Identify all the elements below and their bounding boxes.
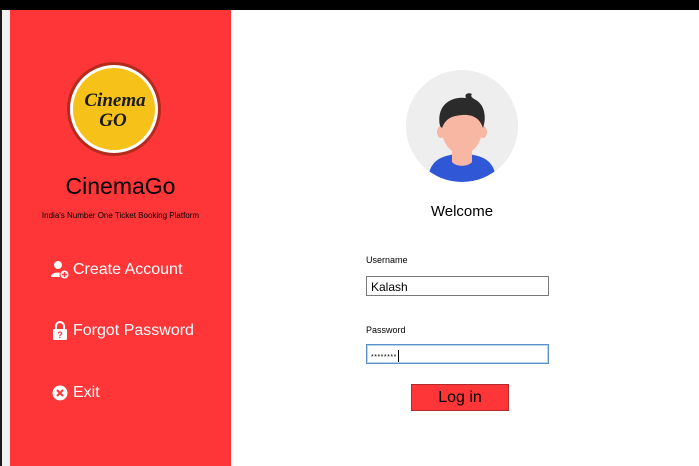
lock-icon: ? xyxy=(50,321,70,341)
tagline: India's Number One Ticket Booking Platfo… xyxy=(41,211,200,220)
username-label: Username xyxy=(366,255,408,265)
logo-text-line1: Cinema xyxy=(84,90,146,111)
user-avatar-icon xyxy=(406,70,518,182)
create-account-label: Create Account xyxy=(73,261,183,278)
logo-text-line2: GO xyxy=(99,110,127,131)
login-button[interactable]: Log in xyxy=(411,384,509,411)
svg-text:?: ? xyxy=(57,330,63,340)
cinemago-logo: Cinema GO xyxy=(67,62,161,156)
window-top-border xyxy=(0,0,699,10)
welcome-heading: Welcome xyxy=(430,203,494,220)
exit-button[interactable]: Exit xyxy=(50,382,100,404)
password-input[interactable]: ******** xyxy=(366,344,549,364)
username-input[interactable]: Kalash xyxy=(366,276,549,296)
window-left-border xyxy=(0,10,2,466)
create-account-button[interactable]: Create Account xyxy=(50,259,182,281)
brand-name: CinemaGo xyxy=(65,173,176,199)
close-circle-icon xyxy=(50,383,70,403)
forgot-password-label: Forgot Password xyxy=(73,322,194,339)
add-user-icon xyxy=(50,260,70,280)
sidebar: Cinema GO CinemaGo India's Number One Ti… xyxy=(10,10,231,466)
forgot-password-button[interactable]: ? Forgot Password xyxy=(50,320,194,342)
password-masked-value: ******** xyxy=(371,354,397,361)
app-window: Cinema GO CinemaGo India's Number One Ti… xyxy=(0,0,699,466)
exit-label: Exit xyxy=(73,384,100,401)
login-panel: Welcome Username Kalash Password *******… xyxy=(231,10,699,466)
text-caret xyxy=(397,349,399,362)
password-label: Password xyxy=(366,325,406,335)
